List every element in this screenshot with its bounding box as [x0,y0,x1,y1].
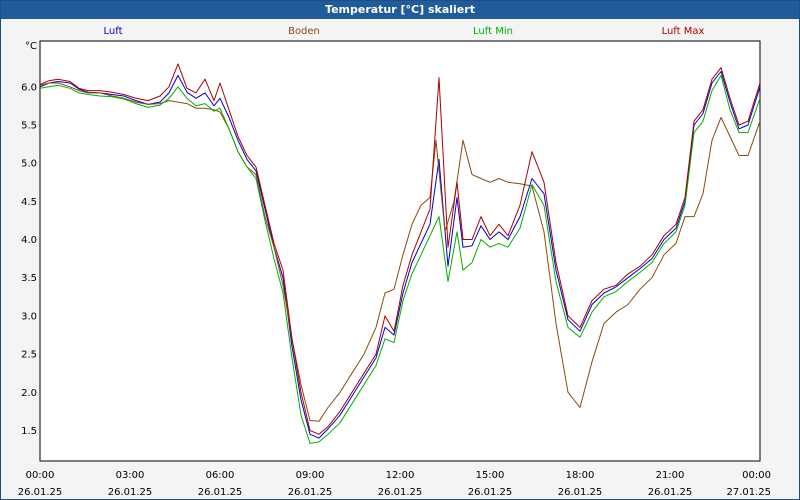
y-tick-label: 6.0 [21,82,37,93]
x-tick-time: 00:00 [26,470,55,481]
chart-window: Temperatur [°C] skaliert Luft Boden Luft M… [0,0,800,500]
y-tick-label: 2.0 [21,388,37,399]
x-tick-date: 26.01.25 [198,487,243,498]
legend-entry: Luft Min [473,26,513,37]
y-tick-label: 4.0 [21,235,37,246]
y-axis-unit: °C [25,41,37,52]
x-tick-time: 18:00 [566,470,595,481]
x-tick-time: 12:00 [386,470,415,481]
legend: Luft Boden Luft Min Luft Max [104,26,705,37]
y-tick-label: 4.5 [21,197,37,208]
y-tick-label: 5.0 [21,159,37,170]
temperature-chart: Luft Boden Luft Min Luft Max 1.5 2.0 2.5 3.0 3.… [18,26,771,498]
legend-entry: Luft Max [662,26,705,37]
y-tick-label: 5.5 [21,121,37,132]
x-tick-date: 26.01.25 [288,487,333,498]
x-tick-time: 21:00 [656,470,685,481]
x-tick-time: 00:00 [742,470,771,481]
legend-entry: Luft [104,26,123,37]
legend-entry: Boden [288,26,320,37]
x-tick-date: 26.01.25 [378,487,423,498]
y-tick-label: 3.0 [21,311,37,322]
x-tick-time: 09:00 [296,470,325,481]
x-tick-date: 26.01.25 [648,487,693,498]
y-tick-label: 1.5 [21,426,37,437]
x-tick-date: 26.01.25 [108,487,153,498]
x-tick-date: 27.01.25 [726,487,771,498]
x-tick-time: 15:00 [476,470,505,481]
x-tick-date: 26.01.25 [18,487,63,498]
x-tick-time: 06:00 [206,470,235,481]
y-tick-label: 3.5 [21,273,37,284]
x-tick-date: 26.01.25 [558,487,603,498]
x-tick-date: 26.01.25 [468,487,513,498]
x-tick-time: 03:00 [116,470,145,481]
y-tick-label: 2.5 [21,350,37,361]
